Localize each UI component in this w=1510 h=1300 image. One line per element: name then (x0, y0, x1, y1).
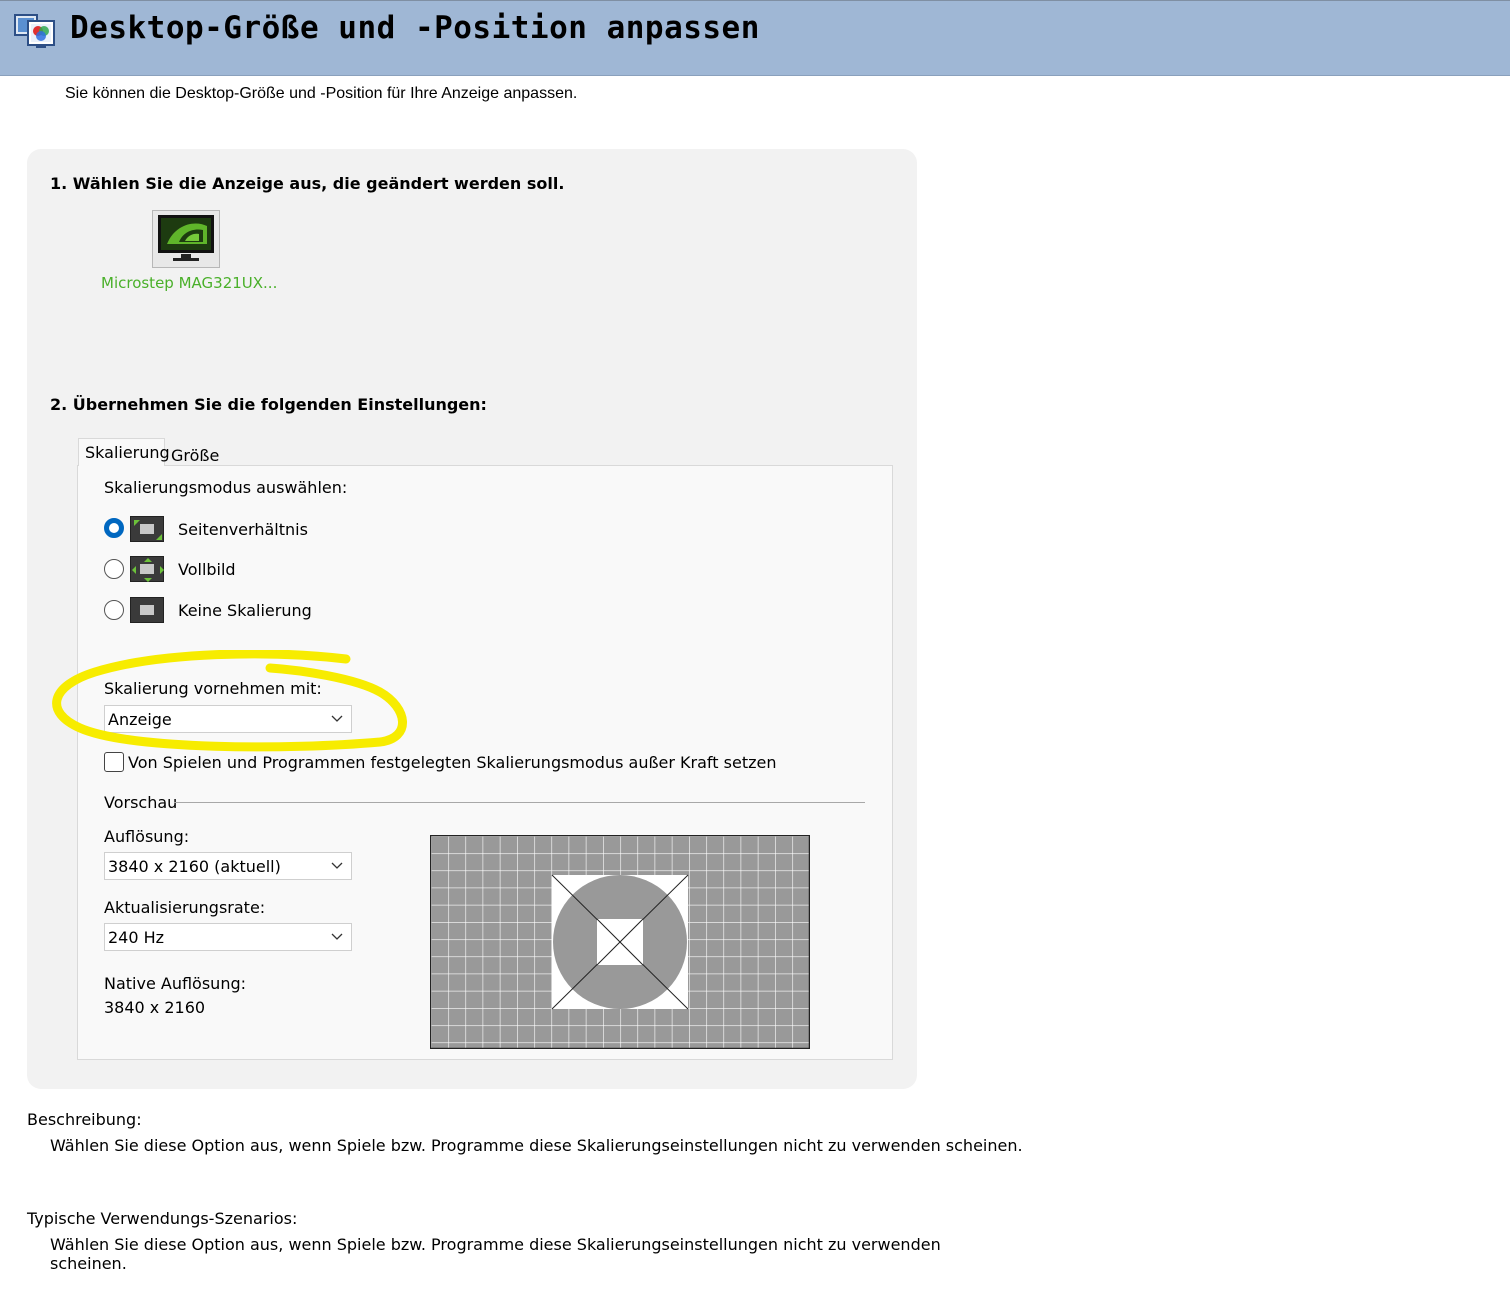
aspect-ratio-icon (130, 516, 164, 542)
resolution-label: Auflösung: (104, 827, 190, 846)
display-name-label[interactable]: Microstep MAG321UX... (101, 274, 277, 292)
no-scaling-icon (130, 597, 164, 623)
highlight-annotation (52, 650, 407, 752)
display-selector-tile[interactable] (152, 210, 220, 268)
native-resolution-value: 3840 x 2160 (104, 998, 206, 1017)
preview-divider (174, 802, 865, 803)
typical-usage-heading: Typische Verwendungs-Szenarios: (27, 1209, 298, 1228)
radio-seitenverhaeltnis[interactable] (104, 518, 124, 538)
mode-label-seitenverhaeltnis[interactable]: Seitenverhältnis (178, 520, 308, 539)
fullscreen-icon (130, 556, 164, 582)
scaling-mode-label: Skalierungsmodus auswählen: (104, 478, 348, 497)
page-header: Desktop-Größe und -Position anpassen (0, 0, 1510, 76)
page-subtitle: Sie können die Desktop-Größe und -Positi… (65, 85, 578, 102)
page-title: Desktop-Größe und -Position anpassen (70, 10, 760, 46)
chevron-down-icon (331, 933, 343, 940)
description-heading: Beschreibung: (27, 1110, 142, 1129)
refresh-rate-label: Aktualisierungsrate: (104, 898, 266, 917)
override-checkbox[interactable] (104, 752, 124, 772)
preview-label: Vorschau (104, 793, 178, 812)
mode-label-vollbild[interactable]: Vollbild (178, 560, 236, 579)
mode-label-keine-skalierung[interactable]: Keine Skalierung (178, 601, 312, 620)
refresh-rate-value: 240 Hz (108, 928, 165, 947)
chevron-down-icon (331, 862, 343, 869)
description-text: Wählen Sie diese Option aus, wenn Spiele… (50, 1136, 1023, 1155)
typical-usage-text-line1: Wählen Sie diese Option aus, wenn Spiele… (50, 1235, 941, 1254)
nvidia-monitor-icon (158, 215, 214, 261)
refresh-rate-select[interactable]: 240 Hz (104, 923, 352, 951)
scaling-preview-image (430, 835, 810, 1049)
typical-usage-text-line2: scheinen. (50, 1254, 127, 1273)
radio-keine-skalierung[interactable] (104, 600, 124, 620)
tab-groesse[interactable]: Größe (166, 443, 219, 466)
resolution-select[interactable]: 3840 x 2160 (aktuell) (104, 852, 352, 880)
resolution-value: 3840 x 2160 (aktuell) (108, 857, 281, 876)
override-label[interactable]: Von Spielen und Programmen festgelegten … (128, 753, 776, 772)
native-resolution-label: Native Auflösung: (104, 974, 247, 993)
radio-vollbild[interactable] (104, 559, 124, 579)
step2-heading: 2. Übernehmen Sie die folgenden Einstell… (50, 395, 487, 414)
step1-heading: 1. Wählen Sie die Anzeige aus, die geänd… (50, 174, 565, 193)
tab-skalierung[interactable]: Skalierung (78, 438, 170, 466)
display-settings-icon (14, 14, 55, 48)
